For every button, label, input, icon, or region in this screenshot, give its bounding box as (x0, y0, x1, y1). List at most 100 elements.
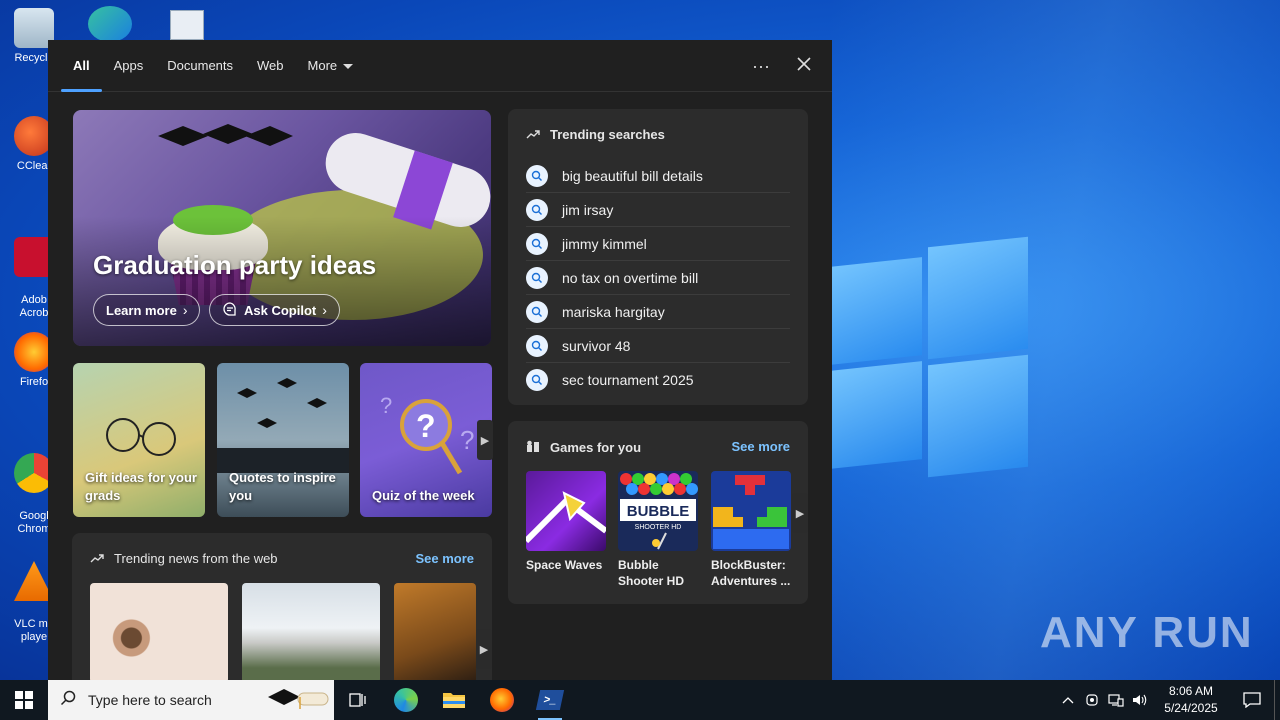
games-title: Games for you (550, 440, 642, 455)
trending-search-item[interactable]: sec tournament 2025 (526, 363, 790, 397)
caret-down-icon (343, 63, 354, 69)
trending-searches-header: Trending searches (526, 127, 665, 142)
tile-quotes[interactable]: Quotes to inspire you (217, 363, 349, 517)
tiles-scroll-right-arrow[interactable]: ▶ (477, 420, 493, 460)
task-view-icon (349, 693, 366, 707)
game-name: Bubble Shooter HD (618, 558, 684, 588)
task-view-button[interactable] (334, 680, 382, 720)
tab-label: All (73, 57, 90, 73)
search-icon (526, 164, 548, 187)
chevron-right-icon: › (182, 302, 188, 318)
game-bubble-shooter[interactable]: BUBBLE SHOOTER HD Bubble Shooter HD (618, 471, 698, 589)
search-icon (60, 690, 76, 711)
trending-searches-list: big beautiful bill details jim irsay jim… (526, 159, 790, 397)
folder-icon (443, 693, 465, 708)
news-thumbnail-crowd[interactable] (394, 583, 476, 680)
taskbar-file-explorer[interactable] (430, 680, 478, 720)
start-button[interactable] (0, 680, 48, 720)
hero-card[interactable]: Graduation party ideas Learn more › Ask … (73, 110, 491, 346)
chevron-up-icon[interactable] (1056, 696, 1080, 704)
device-icon[interactable] (1080, 693, 1104, 707)
taskbar-search-box[interactable]: Type here to search (48, 680, 334, 720)
trending-searches-card: Trending searches big beautiful bill det… (508, 109, 808, 405)
taskbar-powershell[interactable]: >_ (526, 680, 574, 720)
news-thumbnail-eye[interactable] (90, 583, 228, 680)
ask-copilot-label: Ask Copilot (244, 302, 317, 318)
svg-text:BUBBLE: BUBBLE (627, 503, 690, 520)
file-desktop-icon[interactable] (170, 10, 204, 40)
svg-text:?: ? (460, 425, 474, 455)
windows-logo (830, 236, 1030, 480)
trending-news-see-more-link[interactable]: See more (415, 551, 474, 566)
chat-bubble-icon (222, 301, 238, 320)
tab-web[interactable]: Web (245, 40, 296, 92)
caps-toss-illustration (217, 378, 349, 473)
trending-search-item[interactable]: no tax on overtime bill (526, 261, 790, 295)
trending-search-text: survivor 48 (562, 337, 631, 354)
taskbar-clock[interactable]: 8:06 AM 5/24/2025 (1152, 683, 1230, 717)
tab-all[interactable]: All (61, 40, 102, 92)
learn-more-button[interactable]: Learn more › (93, 294, 201, 326)
trending-news-header: Trending news from the web (90, 551, 278, 566)
game-name: BlockBuster: Adventures ... (711, 558, 791, 588)
tab-documents[interactable]: Documents (155, 40, 245, 92)
tile-label: Quotes to inspire you (229, 470, 336, 503)
tab-apps[interactable]: Apps (102, 40, 156, 92)
taskbar-firefox[interactable] (478, 680, 526, 720)
tile-label: Quiz of the week (372, 488, 475, 503)
search-icon (526, 300, 548, 323)
volume-icon[interactable] (1128, 693, 1152, 707)
search-tabs: All Apps Documents Web More ··· (48, 40, 832, 92)
space-waves-art (526, 471, 606, 551)
trending-search-text: big beautiful bill details (562, 167, 703, 184)
blockbuster-art (711, 471, 791, 551)
close-icon[interactable] (796, 56, 812, 77)
tab-actions: ··· (752, 40, 812, 92)
ask-copilot-button[interactable]: Ask Copilot › (209, 294, 340, 326)
search-icon (526, 334, 548, 357)
watermark-text: ANY RUN (1040, 608, 1254, 657)
search-panel: All Apps Documents Web More ··· Graduati… (48, 40, 832, 680)
powershell-icon: >_ (535, 690, 565, 710)
network-icon[interactable] (1104, 693, 1128, 707)
games-see-more-link[interactable]: See more (731, 439, 790, 454)
trending-up-icon (526, 127, 540, 142)
taskbar-edge[interactable] (382, 680, 430, 720)
trending-search-item[interactable]: big beautiful bill details (526, 159, 790, 193)
ellipsis-icon[interactable]: ··· (752, 56, 770, 77)
watermark: ANY RUN (1040, 608, 1254, 658)
action-center-button[interactable] (1230, 680, 1274, 720)
edge-desktop-icon[interactable] (88, 6, 132, 42)
trending-searches-title: Trending searches (550, 127, 665, 142)
show-desktop-button[interactable] (1274, 680, 1280, 720)
game-blockbuster[interactable]: BlockBuster: Adventures ... (711, 471, 791, 589)
game-pieces-icon (526, 439, 540, 456)
clock-date: 5/24/2025 (1164, 701, 1218, 715)
system-tray: 8:06 AM 5/24/2025 (1056, 680, 1280, 720)
tile-gift-ideas[interactable]: Gift ideas for your grads (73, 363, 205, 517)
trending-search-text: jim irsay (562, 201, 614, 218)
game-space-waves[interactable]: Space Waves (526, 471, 606, 573)
trending-search-item[interactable]: jim irsay (526, 193, 790, 227)
graduation-cap-highlight-icon (268, 689, 329, 709)
trending-news-title: Trending news from the web (114, 551, 278, 566)
learn-more-label: Learn more (106, 302, 177, 318)
game-name: Space Waves (526, 558, 603, 572)
search-placeholder: Type here to search (88, 692, 212, 708)
trending-search-text: sec tournament 2025 (562, 372, 694, 388)
games-scroll-right-arrow[interactable]: ▶ (792, 493, 808, 533)
news-thumbnail-white-house[interactable] (242, 583, 380, 680)
trending-search-item[interactable]: mariska hargitay (526, 295, 790, 329)
tab-label: Web (257, 57, 284, 73)
trending-search-item[interactable]: survivor 48 (526, 329, 790, 363)
trending-up-icon (90, 551, 104, 566)
trending-search-text: mariska hargitay (562, 303, 665, 320)
trending-search-text: no tax on overtime bill (562, 269, 699, 286)
svg-text:SHOOTER HD: SHOOTER HD (635, 524, 682, 531)
notification-icon (1243, 692, 1261, 708)
tile-quiz[interactable]: ??? Quiz of the week (360, 363, 492, 517)
news-scroll-right-arrow[interactable]: ▶ (476, 629, 492, 669)
tab-more[interactable]: More (296, 40, 366, 92)
search-icon (526, 198, 548, 221)
trending-search-item[interactable]: jimmy kimmel (526, 227, 790, 261)
